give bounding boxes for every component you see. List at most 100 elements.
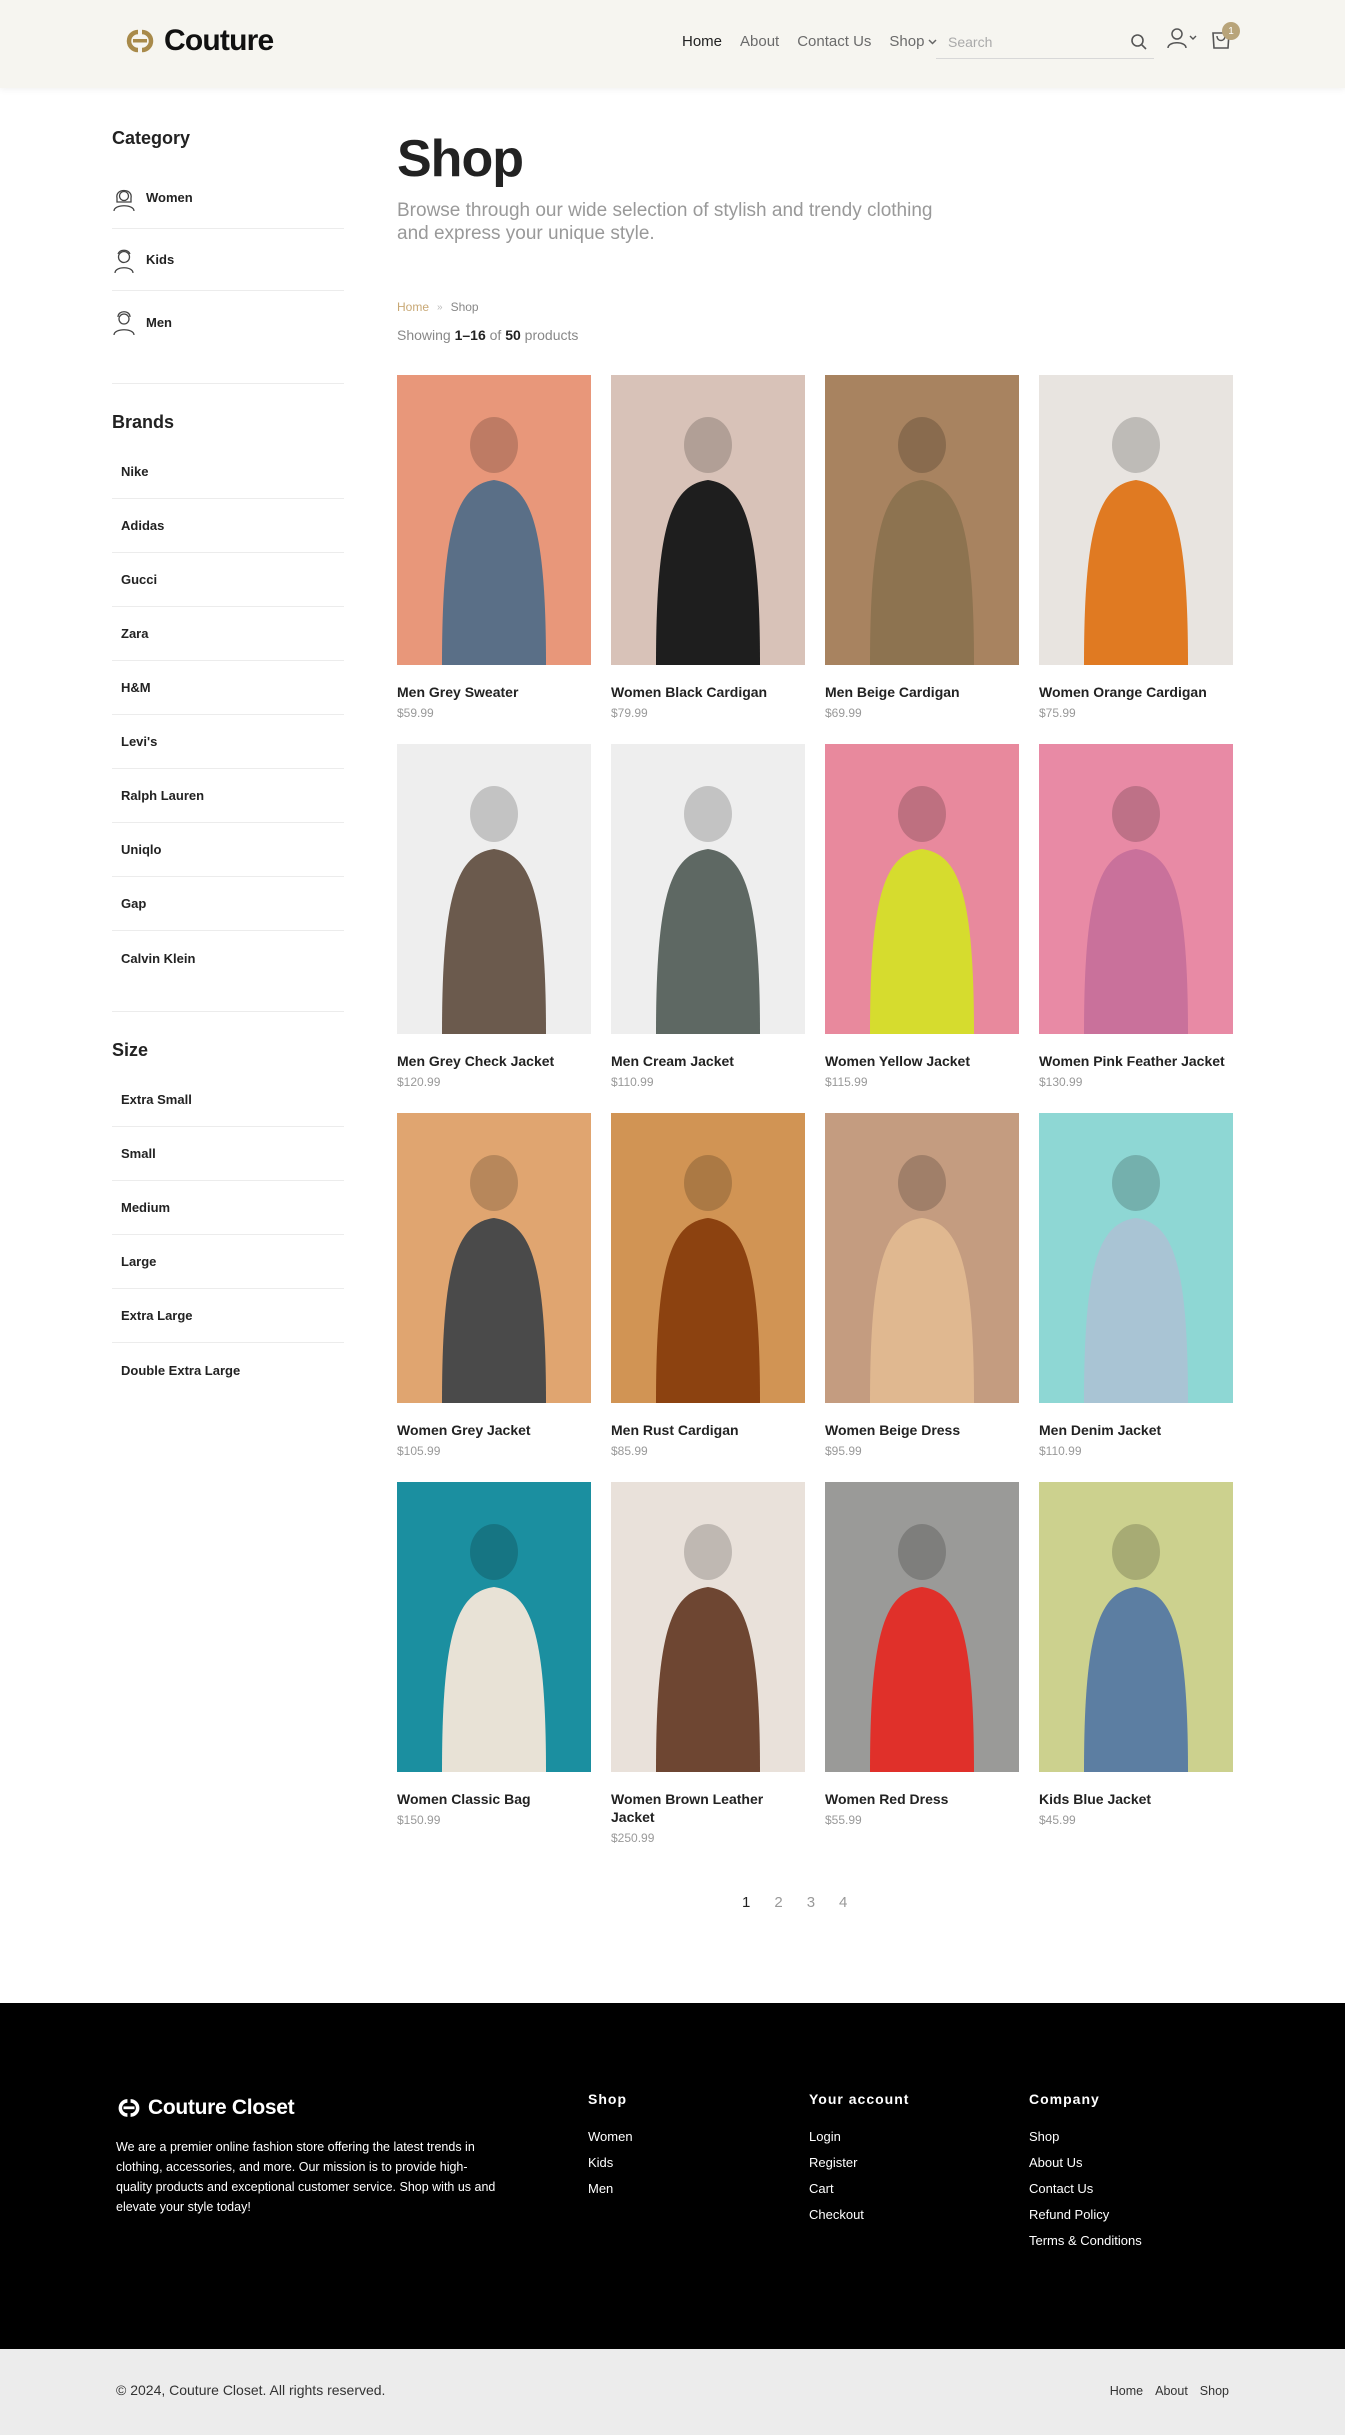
product-name[interactable]: Women Classic Bag: [397, 1790, 591, 1808]
product-image[interactable]: [397, 744, 591, 1034]
page-4[interactable]: 4: [839, 1894, 847, 1911]
footer-link-register[interactable]: Register: [809, 2155, 909, 2181]
product-card[interactable]: Women Classic Bag $150.99: [397, 1482, 591, 1827]
footer-link-contact-us[interactable]: Contact Us: [1029, 2181, 1142, 2207]
bottom-link-about[interactable]: About: [1155, 2384, 1188, 2398]
product-card[interactable]: Women Grey Jacket $105.99: [397, 1113, 591, 1458]
product-card[interactable]: Women Beige Dress $95.99: [825, 1113, 1019, 1458]
product-image[interactable]: [611, 1482, 805, 1772]
size-item-xs[interactable]: Extra Small: [112, 1073, 344, 1127]
product-name[interactable]: Men Grey Check Jacket: [397, 1052, 591, 1070]
footer-link-terms[interactable]: Terms & Conditions: [1029, 2233, 1142, 2259]
product-image[interactable]: [1039, 744, 1233, 1034]
product-card[interactable]: Men Beige Cardigan $69.99: [825, 375, 1019, 720]
nav-contact[interactable]: Contact Us: [797, 33, 871, 50]
footer-link-refund-policy[interactable]: Refund Policy: [1029, 2207, 1142, 2233]
product-image[interactable]: [611, 744, 805, 1034]
product-name[interactable]: Men Cream Jacket: [611, 1052, 805, 1070]
product-image[interactable]: [611, 1113, 805, 1403]
page-3[interactable]: 3: [807, 1894, 815, 1911]
brand-item-calvin-klein[interactable]: Calvin Klein: [112, 931, 344, 985]
footer-logo[interactable]: Couture Closet: [116, 2096, 295, 2120]
category-label: Kids: [146, 252, 175, 267]
breadcrumb-separator: »: [437, 301, 443, 313]
size-item-s[interactable]: Small: [112, 1127, 344, 1181]
product-name[interactable]: Women Yellow Jacket: [825, 1052, 1019, 1070]
size-item-m[interactable]: Medium: [112, 1181, 344, 1235]
footer-link-shop[interactable]: Shop: [1029, 2129, 1142, 2155]
nav-about[interactable]: About: [740, 33, 779, 50]
product-image[interactable]: [397, 1482, 591, 1772]
size-item-xl[interactable]: Extra Large: [112, 1289, 344, 1343]
product-image[interactable]: [825, 1482, 1019, 1772]
product-card[interactable]: Women Yellow Jacket $115.99: [825, 744, 1019, 1089]
brand-item-adidas[interactable]: Adidas: [112, 499, 344, 553]
search-input[interactable]: [936, 27, 1106, 57]
product-card[interactable]: Men Grey Sweater $59.99: [397, 375, 591, 720]
breadcrumb-home[interactable]: Home: [397, 300, 429, 314]
product-image[interactable]: [1039, 375, 1233, 665]
brand-item-hm[interactable]: H&M: [112, 661, 344, 715]
product-card[interactable]: Women Pink Feather Jacket $130.99: [1039, 744, 1233, 1089]
product-name[interactable]: Men Grey Sweater: [397, 683, 591, 701]
product-image[interactable]: [1039, 1113, 1233, 1403]
category-item-men[interactable]: Men: [112, 291, 344, 353]
page-2[interactable]: 2: [774, 1894, 782, 1911]
product-card[interactable]: Women Red Dress $55.99: [825, 1482, 1019, 1827]
men-icon: [112, 308, 136, 336]
product-card[interactable]: Men Cream Jacket $110.99: [611, 744, 805, 1089]
product-name[interactable]: Kids Blue Jacket: [1039, 1790, 1233, 1808]
product-name[interactable]: Women Pink Feather Jacket: [1039, 1052, 1233, 1070]
product-price: $95.99: [825, 1444, 862, 1458]
product-name[interactable]: Women Black Cardigan: [611, 683, 805, 701]
product-card[interactable]: Men Rust Cardigan $85.99: [611, 1113, 805, 1458]
product-name[interactable]: Men Beige Cardigan: [825, 683, 1019, 701]
nav-home[interactable]: Home: [682, 33, 722, 50]
footer-link-checkout[interactable]: Checkout: [809, 2207, 909, 2233]
page-1[interactable]: 1: [742, 1894, 750, 1911]
brand-item-uniqlo[interactable]: Uniqlo: [112, 823, 344, 877]
footer-link-login[interactable]: Login: [809, 2129, 909, 2155]
product-image[interactable]: [397, 375, 591, 665]
footer-link-about-us[interactable]: About Us: [1029, 2155, 1142, 2181]
footer-link-cart[interactable]: Cart: [809, 2181, 909, 2207]
product-name[interactable]: Women Brown Leather Jacket: [611, 1790, 805, 1826]
product-image[interactable]: [825, 1113, 1019, 1403]
product-card[interactable]: Women Orange Cardigan $75.99: [1039, 375, 1233, 720]
product-image[interactable]: [825, 744, 1019, 1034]
brand-item-ralph-lauren[interactable]: Ralph Lauren: [112, 769, 344, 823]
footer-link-women[interactable]: Women: [588, 2129, 633, 2155]
product-card[interactable]: Men Denim Jacket $110.99: [1039, 1113, 1233, 1458]
category-item-kids[interactable]: Kids: [112, 229, 344, 291]
product-name[interactable]: Women Grey Jacket: [397, 1421, 591, 1439]
product-image[interactable]: [825, 375, 1019, 665]
size-item-l[interactable]: Large: [112, 1235, 344, 1289]
product-image[interactable]: [611, 375, 805, 665]
product-card[interactable]: Women Black Cardigan $79.99: [611, 375, 805, 720]
search-icon[interactable]: [1130, 33, 1148, 51]
product-name[interactable]: Women Red Dress: [825, 1790, 1019, 1808]
footer-link-kids[interactable]: Kids: [588, 2155, 633, 2181]
bottom-link-shop[interactable]: Shop: [1200, 2384, 1229, 2398]
product-name[interactable]: Men Denim Jacket: [1039, 1421, 1233, 1439]
product-card[interactable]: Men Grey Check Jacket $120.99: [397, 744, 591, 1089]
footer-link-men[interactable]: Men: [588, 2181, 633, 2207]
product-image[interactable]: [1039, 1482, 1233, 1772]
product-name[interactable]: Women Beige Dress: [825, 1421, 1019, 1439]
brand-item-levis[interactable]: Levi's: [112, 715, 344, 769]
nav-shop-dropdown[interactable]: Shop: [889, 33, 937, 50]
logo[interactable]: Couture: [124, 24, 274, 58]
brand-item-gap[interactable]: Gap: [112, 877, 344, 931]
brand-item-nike[interactable]: Nike: [112, 445, 344, 499]
product-image[interactable]: [397, 1113, 591, 1403]
product-name[interactable]: Men Rust Cardigan: [611, 1421, 805, 1439]
bottom-link-home[interactable]: Home: [1110, 2384, 1143, 2398]
product-name[interactable]: Women Orange Cardigan: [1039, 683, 1233, 701]
brand-item-zara[interactable]: Zara: [112, 607, 344, 661]
category-item-women[interactable]: Women: [112, 167, 344, 229]
brand-item-gucci[interactable]: Gucci: [112, 553, 344, 607]
product-card[interactable]: Women Brown Leather Jacket $250.99: [611, 1482, 805, 1845]
account-menu[interactable]: [1166, 26, 1197, 50]
product-card[interactable]: Kids Blue Jacket $45.99: [1039, 1482, 1233, 1827]
size-item-xxl[interactable]: Double Extra Large: [112, 1343, 344, 1397]
